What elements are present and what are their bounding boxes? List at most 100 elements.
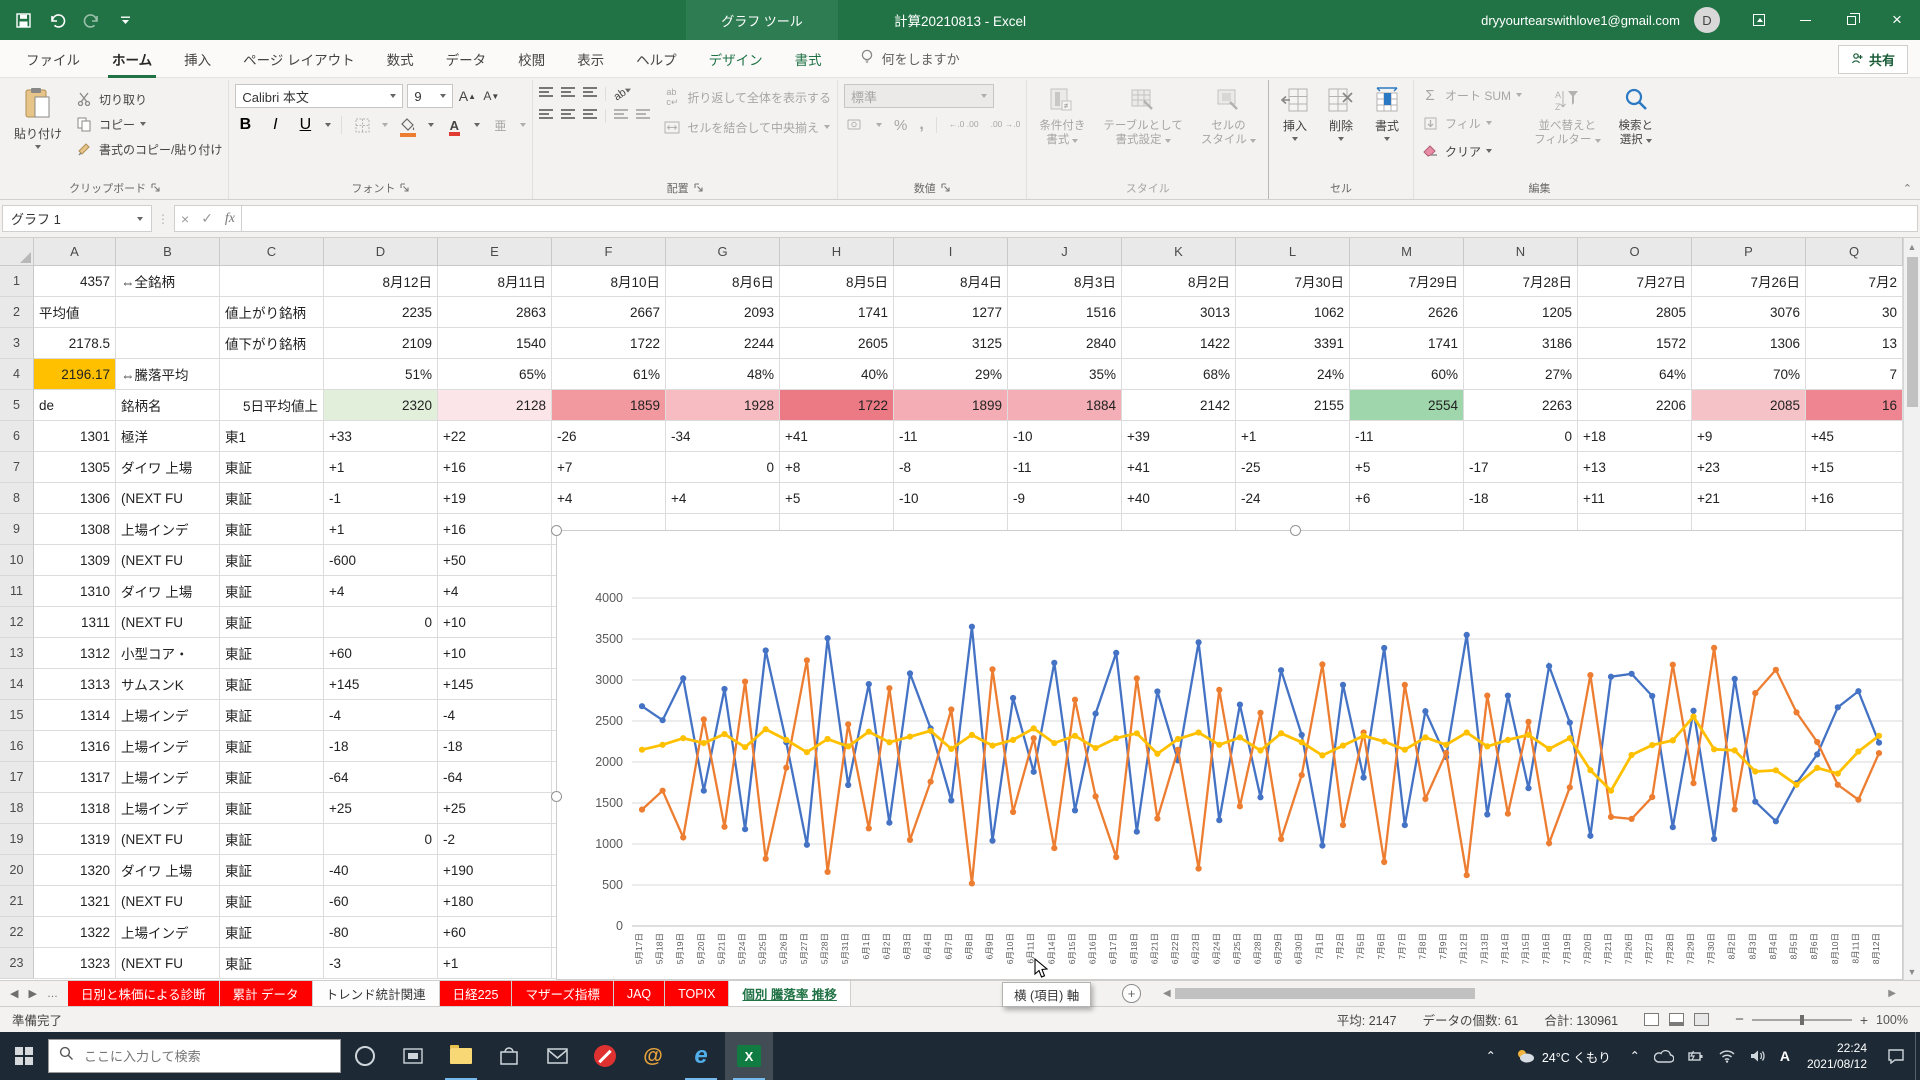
grid-cell[interactable]: 1318 [34,793,116,824]
grid-cell[interactable]: 8月6日 [666,266,780,297]
grid-cell[interactable]: +16 [438,514,552,545]
grid-cell[interactable]: 3186 [1464,328,1578,359]
increase-indent-icon[interactable] [636,109,650,119]
grid-cell[interactable]: 7月29日 [1350,266,1464,297]
grid-cell[interactable]: +5 [1350,452,1464,483]
orientation-button[interactable]: ab [612,83,635,105]
grid-cell[interactable]: +8 [780,452,894,483]
grid-cell[interactable]: -600 [324,545,438,576]
grid-cell[interactable]: +60 [324,638,438,669]
grid-cell[interactable]: 0 [324,607,438,638]
grid-cell[interactable]: 1320 [34,855,116,886]
grid-cell[interactable] [220,266,324,297]
grid-cell[interactable]: 上場インデ [116,917,220,948]
align-left-icon[interactable] [539,109,553,119]
grid-cell[interactable]: 1306 [1692,328,1806,359]
grid-cell[interactable]: 1308 [34,514,116,545]
grid-cell[interactable]: 1309 [34,545,116,576]
grid-cell[interactable]: (NEXT FU [116,545,220,576]
file-explorer-button[interactable] [437,1032,485,1080]
bold-button[interactable]: B [235,115,255,135]
grid-cell[interactable]: -9 [1008,483,1122,514]
align-center-icon[interactable] [561,109,575,119]
grid-cell[interactable]: +23 [1692,452,1806,483]
row-header-7[interactable]: 7 [0,452,34,483]
grid-cell[interactable]: +18 [1578,421,1692,452]
copy-button[interactable]: コピー [74,113,222,135]
sheet-tab-マザーズ指標[interactable]: マザーズ指標 [512,981,613,1006]
sheet-tab-日別と株価による診断[interactable]: 日別と株価による診断 [68,981,220,1006]
grid-cell[interactable]: 2178.5 [34,328,116,359]
grid-cell[interactable]: 8月3日 [1008,266,1122,297]
grid-cell[interactable]: 1572 [1578,328,1692,359]
grid-cell[interactable]: (NEXT FU [116,948,220,979]
grid-cell[interactable]: 東証 [220,452,324,483]
row-header-18[interactable]: 18 [0,793,34,824]
grid-cell[interactable]: -64 [438,762,552,793]
grid-cell[interactable]: +1 [324,514,438,545]
zoom-in-icon[interactable]: + [1860,1012,1868,1028]
ribbon-tab-書式[interactable]: 書式 [779,40,838,78]
grid-cell[interactable]: 29% [894,359,1008,390]
grid-cell[interactable]: 東証 [220,886,324,917]
power-icon[interactable] [1681,1032,1711,1080]
tab-overflow-dots[interactable]: … [47,988,58,1000]
grid-cell[interactable]: 2554 [1350,390,1464,421]
grid-cell[interactable]: (NEXT FU [116,607,220,638]
sheet-tab-日経225[interactable]: 日経225 [440,981,513,1006]
column-header-I[interactable]: I [894,238,1008,266]
grid-cell[interactable]: 1899 [894,390,1008,421]
grid-cell[interactable]: 上場インデ [116,762,220,793]
redo-icon[interactable] [82,11,100,29]
grid-cell[interactable]: 1314 [34,700,116,731]
grid-cell[interactable]: 3076 [1692,297,1806,328]
grid-cell[interactable]: 上場インデ [116,793,220,824]
chart-handle-top-middle[interactable] [1290,525,1301,536]
grid-cell[interactable]: -26 [552,421,666,452]
percent-style-button[interactable]: % [894,117,907,134]
grid-cell[interactable]: -8 [894,452,1008,483]
grid-cell[interactable]: 1884 [1008,390,1122,421]
merge-center-button[interactable]: セルを結合して中央揃え [662,116,831,138]
show-desktop-button[interactable] [1915,1032,1920,1080]
grid-cell[interactable]: -10 [1008,421,1122,452]
font-name-combo[interactable]: Calibri 本文 [235,84,403,108]
grid-cell[interactable]: +10 [438,607,552,638]
start-button[interactable] [0,1032,48,1080]
account-avatar[interactable]: D [1694,7,1720,33]
grid-cell[interactable]: 1305 [34,452,116,483]
grid-cell[interactable]: +19 [438,483,552,514]
grid-cell[interactable]: +1 [1236,421,1350,452]
row-header-12[interactable]: 12 [0,607,34,638]
align-right-icon[interactable] [583,109,597,119]
grid-cell[interactable]: 24% [1236,359,1350,390]
ribbon-tab-デザイン[interactable]: デザイン [693,40,779,78]
grid-cell[interactable]: ダイワ 上場 [116,855,220,886]
hscroll-left-icon[interactable]: ◀ [1163,988,1171,999]
horizontal-scroll-thumb[interactable] [1175,988,1475,999]
grid-cell[interactable]: 上場インデ [116,731,220,762]
grid-cell[interactable]: 7月2 [1806,266,1903,297]
name-box[interactable]: グラフ 1 [2,205,152,232]
grid-cell[interactable]: +1 [324,452,438,483]
column-header-M[interactable]: M [1350,238,1464,266]
volume-icon[interactable] [1743,1032,1773,1080]
grid-cell[interactable]: 35% [1008,359,1122,390]
hscroll-right-icon[interactable]: ▶ [1888,988,1896,999]
wifi-icon[interactable] [1711,1032,1743,1080]
grid-cell[interactable]: 2128 [438,390,552,421]
grid-cell[interactable]: 8月12日 [324,266,438,297]
grid-cell[interactable]: +16 [438,452,552,483]
action-center-button[interactable] [1877,1032,1915,1080]
font-dialog-launcher[interactable] [400,183,410,193]
onedrive-cloud-icon[interactable] [1647,1032,1681,1080]
grid-cell[interactable]: -60 [324,886,438,917]
grid-cell[interactable]: de [34,390,116,421]
ribbon-tab-校閲[interactable]: 校閲 [502,40,561,78]
grid-cell[interactable]: -18 [1464,483,1578,514]
conditional-formatting-button[interactable]: ≠ 条件付き書式 [1033,84,1091,150]
format-cells-button[interactable]: 書式 [1367,84,1407,144]
red-app-button[interactable] [581,1032,629,1080]
row-header-11[interactable]: 11 [0,576,34,607]
grid-cell[interactable]: 1062 [1236,297,1350,328]
